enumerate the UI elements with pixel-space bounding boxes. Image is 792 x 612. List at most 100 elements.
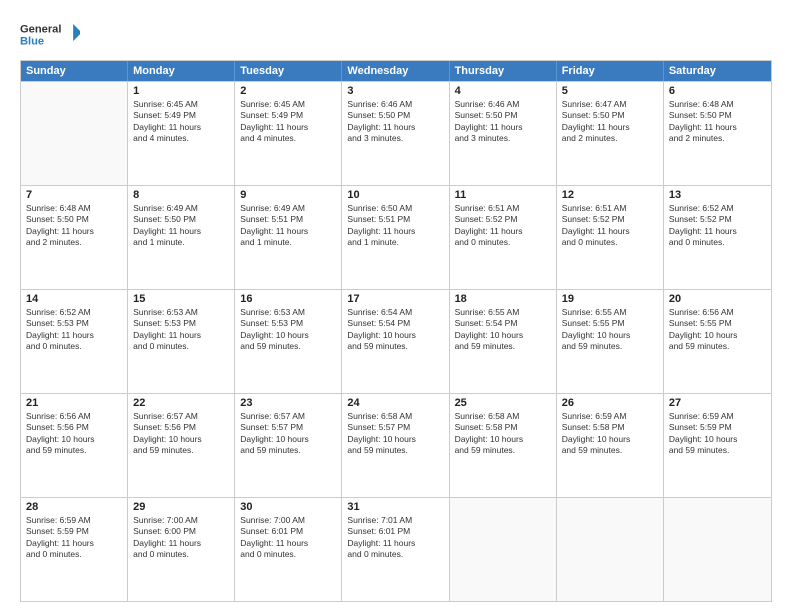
calendar-body: 1Sunrise: 6:45 AMSunset: 5:49 PMDaylight… [21,81,771,601]
cell-info: Sunrise: 6:53 AMSunset: 5:53 PMDaylight:… [133,307,229,353]
cal-cell-5-6 [557,498,664,601]
cal-cell-1-5: 4Sunrise: 6:46 AMSunset: 5:50 PMDaylight… [450,82,557,185]
cal-cell-4-6: 26Sunrise: 6:59 AMSunset: 5:58 PMDayligh… [557,394,664,497]
cal-cell-3-1: 14 Sunrise: 6:52 AMSunset: 5:53 PMDayligh… [21,290,128,393]
cell-day-number: 28 [26,501,122,513]
cell-day-number: 23 [240,397,336,409]
header: General Blue [20,18,772,54]
cell-day-number: 22 [133,397,229,409]
cell-info: Sunrise: 6:57 AMSunset: 5:56 PMDaylight:… [133,411,229,457]
cell-day-number: 8 [133,189,229,201]
cell-info: Sunrise: 6:58 AMSunset: 5:57 PMDaylight:… [347,411,443,457]
svg-text:Blue: Blue [20,36,44,48]
cal-cell-2-2: 8Sunrise: 6:49 AMSunset: 5:50 PMDaylight… [128,186,235,289]
cell-day-number: 24 [347,397,443,409]
week-row-3: 14 Sunrise: 6:52 AMSunset: 5:53 PMDayligh… [21,289,771,393]
cell-info: Sunrise: 6:50 AMSunset: 5:51 PMDaylight:… [347,203,443,249]
cal-cell-3-6: 19Sunrise: 6:55 AMSunset: 5:55 PMDayligh… [557,290,664,393]
cal-cell-4-1: 21 Sunrise: 6:56 AMSunset: 5:56 PMDayligh… [21,394,128,497]
cell-info: Sunrise: 6:54 AMSunset: 5:54 PMDaylight:… [347,307,443,353]
header-day-friday: Friday [557,61,664,81]
cell-day-number: 12 [562,189,658,201]
cell-day-number: 18 [455,293,551,305]
cal-cell-2-5: 11 Sunrise: 6:51 AMSunset: 5:52 PMDayligh… [450,186,557,289]
week-row-4: 21 Sunrise: 6:56 AMSunset: 5:56 PMDayligh… [21,393,771,497]
header-day-tuesday: Tuesday [235,61,342,81]
cell-info: Sunrise: 6:46 AMSunset: 5:50 PMDaylight:… [455,99,551,145]
cell-info: Sunrise: 6:48 AMSunset: 5:50 PMDaylight:… [669,99,766,145]
cal-cell-4-2: 22 Sunrise: 6:57 AMSunset: 5:56 PMDayligh… [128,394,235,497]
page: General Blue SundayMondayTuesdayWednesda… [0,0,792,612]
logo: General Blue [20,18,80,54]
cell-info: Sunrise: 6:52 AMSunset: 5:52 PMDaylight:… [669,203,766,249]
cell-info: Sunrise: 6:45 AMSunset: 5:49 PMDaylight:… [240,99,336,145]
cell-info: Sunrise: 6:55 AMSunset: 5:55 PMDaylight:… [562,307,658,353]
cell-info: Sunrise: 6:59 AMSunset: 5:59 PMDaylight:… [669,411,766,457]
cal-cell-5-5 [450,498,557,601]
cell-day-number: 6 [669,85,766,97]
cal-cell-2-6: 12 Sunrise: 6:51 AMSunset: 5:52 PMDayligh… [557,186,664,289]
cal-cell-4-7: 27 Sunrise: 6:59 AMSunset: 5:59 PMDayligh… [664,394,771,497]
cal-cell-2-4: 10 Sunrise: 6:50 AMSunset: 5:51 PMDayligh… [342,186,449,289]
header-day-sunday: Sunday [21,61,128,81]
calendar: SundayMondayTuesdayWednesdayThursdayFrid… [20,60,772,602]
cell-day-number: 16 [240,293,336,305]
cal-cell-2-3: 9 Sunrise: 6:49 AMSunset: 5:51 PMDaylight… [235,186,342,289]
cell-day-number: 7 [26,189,122,201]
cal-cell-5-3: 30Sunrise: 7:00 AMSunset: 6:01 PMDayligh… [235,498,342,601]
cell-info: Sunrise: 6:55 AMSunset: 5:54 PMDaylight:… [455,307,551,353]
cell-day-number: 14 [26,293,122,305]
cal-cell-3-3: 16 Sunrise: 6:53 AMSunset: 5:53 PMDayligh… [235,290,342,393]
cell-day-number: 10 [347,189,443,201]
week-row-5: 28 Sunrise: 6:59 AMSunset: 5:59 PMDayligh… [21,497,771,601]
header-day-saturday: Saturday [664,61,771,81]
cell-info: Sunrise: 7:00 AMSunset: 6:01 PMDaylight:… [240,515,336,561]
header-day-thursday: Thursday [450,61,557,81]
cell-day-number: 5 [562,85,658,97]
cell-info: Sunrise: 7:00 AMSunset: 6:00 PMDaylight:… [133,515,229,561]
cell-info: Sunrise: 6:46 AMSunset: 5:50 PMDaylight:… [347,99,443,145]
cell-day-number: 11 [455,189,551,201]
cal-cell-1-3: 2Sunrise: 6:45 AMSunset: 5:49 PMDaylight… [235,82,342,185]
cell-info: Sunrise: 6:53 AMSunset: 5:53 PMDaylight:… [240,307,336,353]
cell-info: Sunrise: 6:58 AMSunset: 5:58 PMDaylight:… [455,411,551,457]
cell-info: Sunrise: 6:59 AMSunset: 5:59 PMDaylight:… [26,515,122,561]
cell-info: Sunrise: 6:59 AMSunset: 5:58 PMDaylight:… [562,411,658,457]
week-row-1: 1Sunrise: 6:45 AMSunset: 5:49 PMDaylight… [21,81,771,185]
cell-info: Sunrise: 6:51 AMSunset: 5:52 PMDaylight:… [455,203,551,249]
calendar-header: SundayMondayTuesdayWednesdayThursdayFrid… [21,61,771,81]
cell-info: Sunrise: 7:01 AMSunset: 6:01 PMDaylight:… [347,515,443,561]
cal-cell-3-4: 17 Sunrise: 6:54 AMSunset: 5:54 PMDayligh… [342,290,449,393]
cal-cell-1-6: 5 Sunrise: 6:47 AMSunset: 5:50 PMDaylight… [557,82,664,185]
cell-day-number: 9 [240,189,336,201]
cell-info: Sunrise: 6:49 AMSunset: 5:51 PMDaylight:… [240,203,336,249]
cell-day-number: 31 [347,501,443,513]
cell-info: Sunrise: 6:56 AMSunset: 5:56 PMDaylight:… [26,411,122,457]
cell-info: Sunrise: 6:47 AMSunset: 5:50 PMDaylight:… [562,99,658,145]
cal-cell-3-2: 15Sunrise: 6:53 AMSunset: 5:53 PMDayligh… [128,290,235,393]
cell-info: Sunrise: 6:48 AMSunset: 5:50 PMDaylight:… [26,203,122,249]
cal-cell-3-5: 18 Sunrise: 6:55 AMSunset: 5:54 PMDayligh… [450,290,557,393]
cal-cell-1-7: 6 Sunrise: 6:48 AMSunset: 5:50 PMDaylight… [664,82,771,185]
cell-day-number: 27 [669,397,766,409]
cal-cell-1-2: 1Sunrise: 6:45 AMSunset: 5:49 PMDaylight… [128,82,235,185]
cell-day-number: 3 [347,85,443,97]
cal-cell-5-4: 31 Sunrise: 7:01 AMSunset: 6:01 PMDayligh… [342,498,449,601]
cal-cell-4-3: 23Sunrise: 6:57 AMSunset: 5:57 PMDayligh… [235,394,342,497]
cal-cell-2-7: 13 Sunrise: 6:52 AMSunset: 5:52 PMDayligh… [664,186,771,289]
cell-day-number: 21 [26,397,122,409]
cell-day-number: 29 [133,501,229,513]
cell-info: Sunrise: 6:45 AMSunset: 5:49 PMDaylight:… [133,99,229,145]
cell-day-number: 13 [669,189,766,201]
cal-cell-4-4: 24 Sunrise: 6:58 AMSunset: 5:57 PMDayligh… [342,394,449,497]
cal-cell-5-1: 28 Sunrise: 6:59 AMSunset: 5:59 PMDayligh… [21,498,128,601]
cell-day-number: 17 [347,293,443,305]
cal-cell-4-5: 25Sunrise: 6:58 AMSunset: 5:58 PMDayligh… [450,394,557,497]
cal-cell-1-1 [21,82,128,185]
cell-info: Sunrise: 6:56 AMSunset: 5:55 PMDaylight:… [669,307,766,353]
cal-cell-1-4: 3 Sunrise: 6:46 AMSunset: 5:50 PMDaylight… [342,82,449,185]
cal-cell-3-7: 20Sunrise: 6:56 AMSunset: 5:55 PMDayligh… [664,290,771,393]
cell-info: Sunrise: 6:51 AMSunset: 5:52 PMDaylight:… [562,203,658,249]
cell-info: Sunrise: 6:52 AMSunset: 5:53 PMDaylight:… [26,307,122,353]
svg-text:General: General [20,24,61,36]
